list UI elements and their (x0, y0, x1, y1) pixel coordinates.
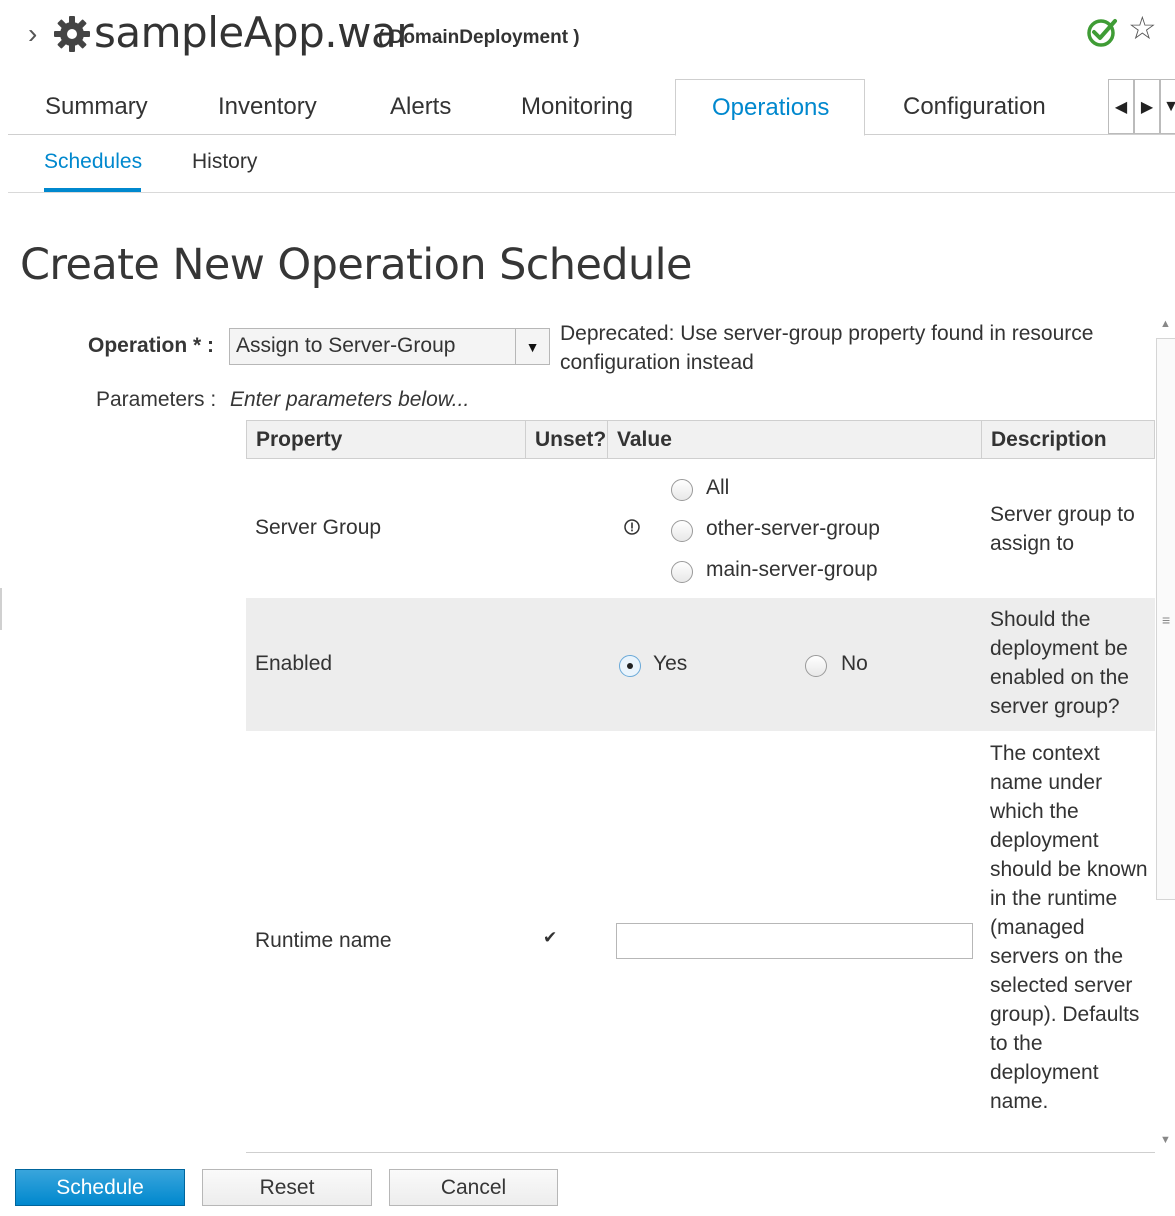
table-row: Server Group All other-server-group main… (246, 459, 1155, 598)
tab-menu-dropdown-icon[interactable]: ▼ (1160, 79, 1175, 134)
table-header: Property Unset? Value Description (246, 420, 1155, 459)
operation-select[interactable]: Assign to Server-Group ▼ (229, 328, 550, 365)
schedule-button[interactable]: Schedule (15, 1169, 185, 1206)
radio-other-server-group[interactable] (671, 520, 693, 542)
scroll-up-icon[interactable]: ▲ (1160, 318, 1171, 330)
tab-scroller: ◀ ▶ ▼ (1108, 79, 1175, 134)
parameters-hint: Enter parameters below... (230, 388, 470, 411)
operation-select-value[interactable]: Assign to Server-Group (230, 329, 516, 364)
property-name: Runtime name (255, 929, 392, 952)
table-row: Enabled Yes No Should the deployment be … (246, 598, 1155, 731)
runtime-name-input[interactable] (616, 923, 973, 959)
subtab-schedules[interactable]: Schedules (44, 150, 142, 174)
required-info-icon (623, 518, 641, 536)
column-header-property: Property (247, 421, 526, 458)
property-description: Server group to assign to (990, 503, 1135, 555)
scroll-right-icon[interactable]: ▶ (1134, 79, 1160, 134)
page-title: Create New Operation Schedule (20, 240, 692, 290)
radio-main-server-group[interactable] (671, 561, 693, 583)
property-description: The context name under which the deploym… (990, 742, 1148, 1113)
active-subtab-indicator (44, 188, 141, 192)
tab-summary[interactable]: Summary (45, 79, 148, 135)
radio-enabled-no[interactable] (805, 655, 827, 677)
subtab-history[interactable]: History (192, 150, 257, 174)
radio-enabled-yes[interactable] (619, 655, 641, 677)
tab-operations[interactable]: Operations (675, 79, 865, 136)
resource-type: ( DomainDeployment ) (378, 27, 580, 48)
radio-all[interactable] (671, 479, 693, 501)
property-description: Should the deployment be enabled on the … (990, 608, 1129, 718)
tab-alerts[interactable]: Alerts (390, 79, 451, 135)
title-bar: › sampleApp.war ( DomainDeployment ) ☆ (0, 0, 1175, 78)
tab-inventory[interactable]: Inventory (218, 79, 317, 135)
property-name: Server Group (255, 516, 382, 539)
column-header-unset: Unset? (526, 421, 608, 458)
tab-configuration[interactable]: Configuration (903, 79, 1046, 135)
table-row: Runtime name ✔ The context name under wh… (246, 731, 1155, 1151)
column-header-value: Value (608, 421, 982, 458)
reset-button[interactable]: Reset (202, 1169, 372, 1206)
scroll-left-icon[interactable]: ◀ (1108, 79, 1134, 134)
cancel-button[interactable]: Cancel (389, 1169, 558, 1206)
resource-title: sampleApp.war (94, 8, 413, 57)
option-label-other-server-group: other-server-group (706, 517, 880, 540)
checkmark-icon[interactable]: ✔ (543, 928, 557, 948)
operation-description: Deprecated: Use server-group property fo… (560, 322, 1094, 374)
scroll-grip-icon[interactable]: ≡ (1162, 612, 1170, 628)
table-bottom-divider (246, 1152, 1155, 1153)
chevron-down-icon[interactable]: ▼ (516, 329, 549, 364)
check-circle-icon (1087, 19, 1117, 47)
star-outline-icon[interactable]: ☆ (1128, 12, 1157, 44)
option-label-main-server-group: main-server-group (706, 558, 878, 581)
operation-label: Operation * : (88, 334, 215, 357)
left-edge-marker (0, 588, 2, 630)
breadcrumb-chevron-icon[interactable]: › (28, 18, 37, 50)
main-tabs: Summary Inventory Alerts Monitoring Oper… (8, 79, 1175, 136)
column-header-description: Description (991, 428, 1107, 451)
scroll-down-icon[interactable]: ▼ (1160, 1134, 1171, 1146)
sub-tabs: Schedules History (8, 136, 1175, 193)
option-label-all: All (706, 476, 730, 499)
option-label-yes: Yes (653, 652, 688, 675)
tab-monitoring[interactable]: Monitoring (521, 79, 633, 135)
parameters-label: Parameters : (96, 388, 217, 411)
option-label-no: No (841, 652, 868, 675)
gear-icon (54, 16, 90, 52)
property-name: Enabled (255, 652, 333, 675)
